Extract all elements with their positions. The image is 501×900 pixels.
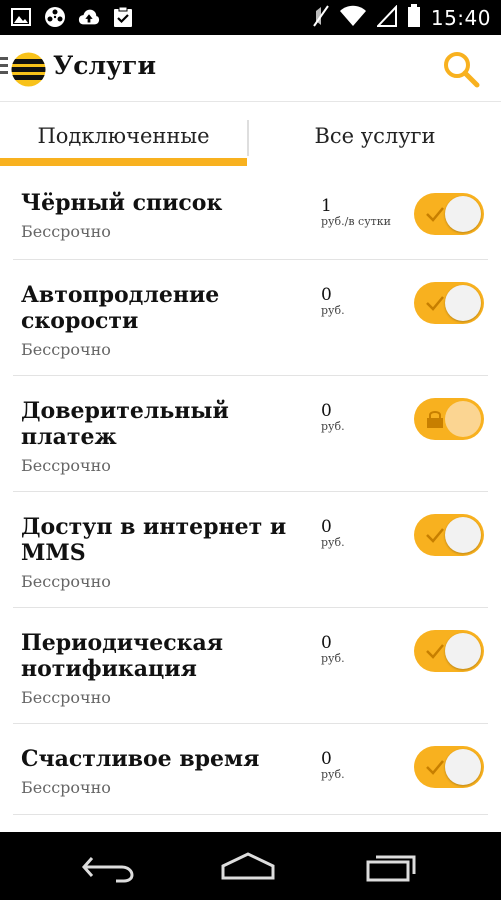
service-name: Доверительный платеж — [21, 398, 229, 450]
service-name: Периодическая нотификация — [21, 630, 224, 682]
toggle-knob — [445, 285, 481, 321]
check-icon — [426, 644, 444, 659]
home-icon[interactable] — [218, 850, 278, 884]
toggle-knob — [445, 401, 481, 437]
service-name: Доступ в интернет и MMS — [21, 514, 287, 566]
service-price: 0 руб. — [321, 401, 345, 433]
price-unit: руб. — [321, 652, 345, 665]
service-toggle[interactable] — [414, 630, 484, 672]
service-duration: Бессрочно — [21, 778, 111, 797]
app-bar: Услуги — [0, 35, 501, 102]
service-toggle-locked — [414, 398, 484, 440]
check-icon — [426, 528, 444, 543]
cloud-upload-icon — [78, 6, 100, 28]
check-icon — [426, 207, 444, 222]
service-name: Автопродление скорости — [21, 282, 220, 334]
price-unit: руб. — [321, 536, 345, 549]
signal-icon — [375, 4, 397, 31]
price-unit: руб. — [321, 768, 345, 781]
lock-icon — [427, 411, 443, 428]
service-toggle[interactable] — [414, 282, 484, 324]
services-list: Чёрный список Бессрочно 1 руб./в сутки А… — [0, 170, 501, 815]
status-bar: 15:40 — [0, 0, 501, 35]
price-unit: руб./в сутки — [321, 215, 391, 228]
navigation-bar — [0, 832, 501, 900]
price-unit: руб. — [321, 304, 345, 317]
service-price: 0 руб. — [321, 285, 345, 317]
service-row-trust-payment[interactable]: Доверительный платеж Бессрочно 0 руб. — [13, 376, 488, 492]
service-toggle[interactable] — [414, 193, 484, 235]
toggle-knob — [445, 196, 481, 232]
media-icon — [44, 6, 66, 28]
service-row-black-list[interactable]: Чёрный список Бессрочно 1 руб./в сутки — [13, 170, 488, 260]
check-icon — [426, 760, 444, 775]
price-unit: руб. — [321, 420, 345, 433]
menu-icon[interactable] — [0, 57, 8, 78]
service-price: 0 руб. — [321, 749, 345, 781]
toggle-knob — [445, 749, 481, 785]
service-duration: Бессрочно — [21, 572, 111, 591]
search-icon[interactable] — [442, 50, 480, 88]
service-row-periodic-notification[interactable]: Периодическая нотификация Бессрочно 0 ру… — [13, 608, 488, 724]
tab-all-services[interactable]: Все услуги — [249, 102, 501, 170]
service-toggle[interactable] — [414, 746, 484, 788]
service-price: 1 руб./в сутки — [321, 196, 391, 228]
clipboard-check-icon — [112, 6, 134, 28]
service-price: 0 руб. — [321, 633, 345, 665]
clock: 15:40 — [430, 6, 491, 30]
service-duration: Бессрочно — [21, 340, 111, 359]
service-row-happy-time[interactable]: Счастливое время Бессрочно 0 руб. — [13, 724, 488, 815]
back-icon[interactable] — [78, 850, 138, 884]
service-row-speed-renewal[interactable]: Автопродление скорости Бессрочно 0 руб. — [13, 260, 488, 376]
service-row-internet-mms[interactable]: Доступ в интернет и MMS Бессрочно 0 руб. — [13, 492, 488, 608]
service-duration: Бессрочно — [21, 688, 111, 707]
active-tab-indicator — [0, 158, 247, 166]
check-icon — [426, 296, 444, 311]
toggle-knob — [445, 517, 481, 553]
mute-icon — [313, 5, 329, 31]
recents-icon[interactable] — [362, 850, 422, 884]
battery-icon — [407, 4, 421, 32]
gallery-icon — [10, 6, 32, 28]
page-title: Услуги — [53, 51, 157, 80]
service-name: Чёрный список — [21, 190, 223, 216]
toggle-knob — [445, 633, 481, 669]
beeline-logo-icon[interactable] — [11, 52, 46, 87]
wifi-icon — [339, 5, 367, 31]
service-name: Счастливое время — [21, 746, 260, 772]
service-price: 0 руб. — [321, 517, 345, 549]
service-toggle[interactable] — [414, 514, 484, 556]
service-duration: Бессрочно — [21, 456, 111, 475]
